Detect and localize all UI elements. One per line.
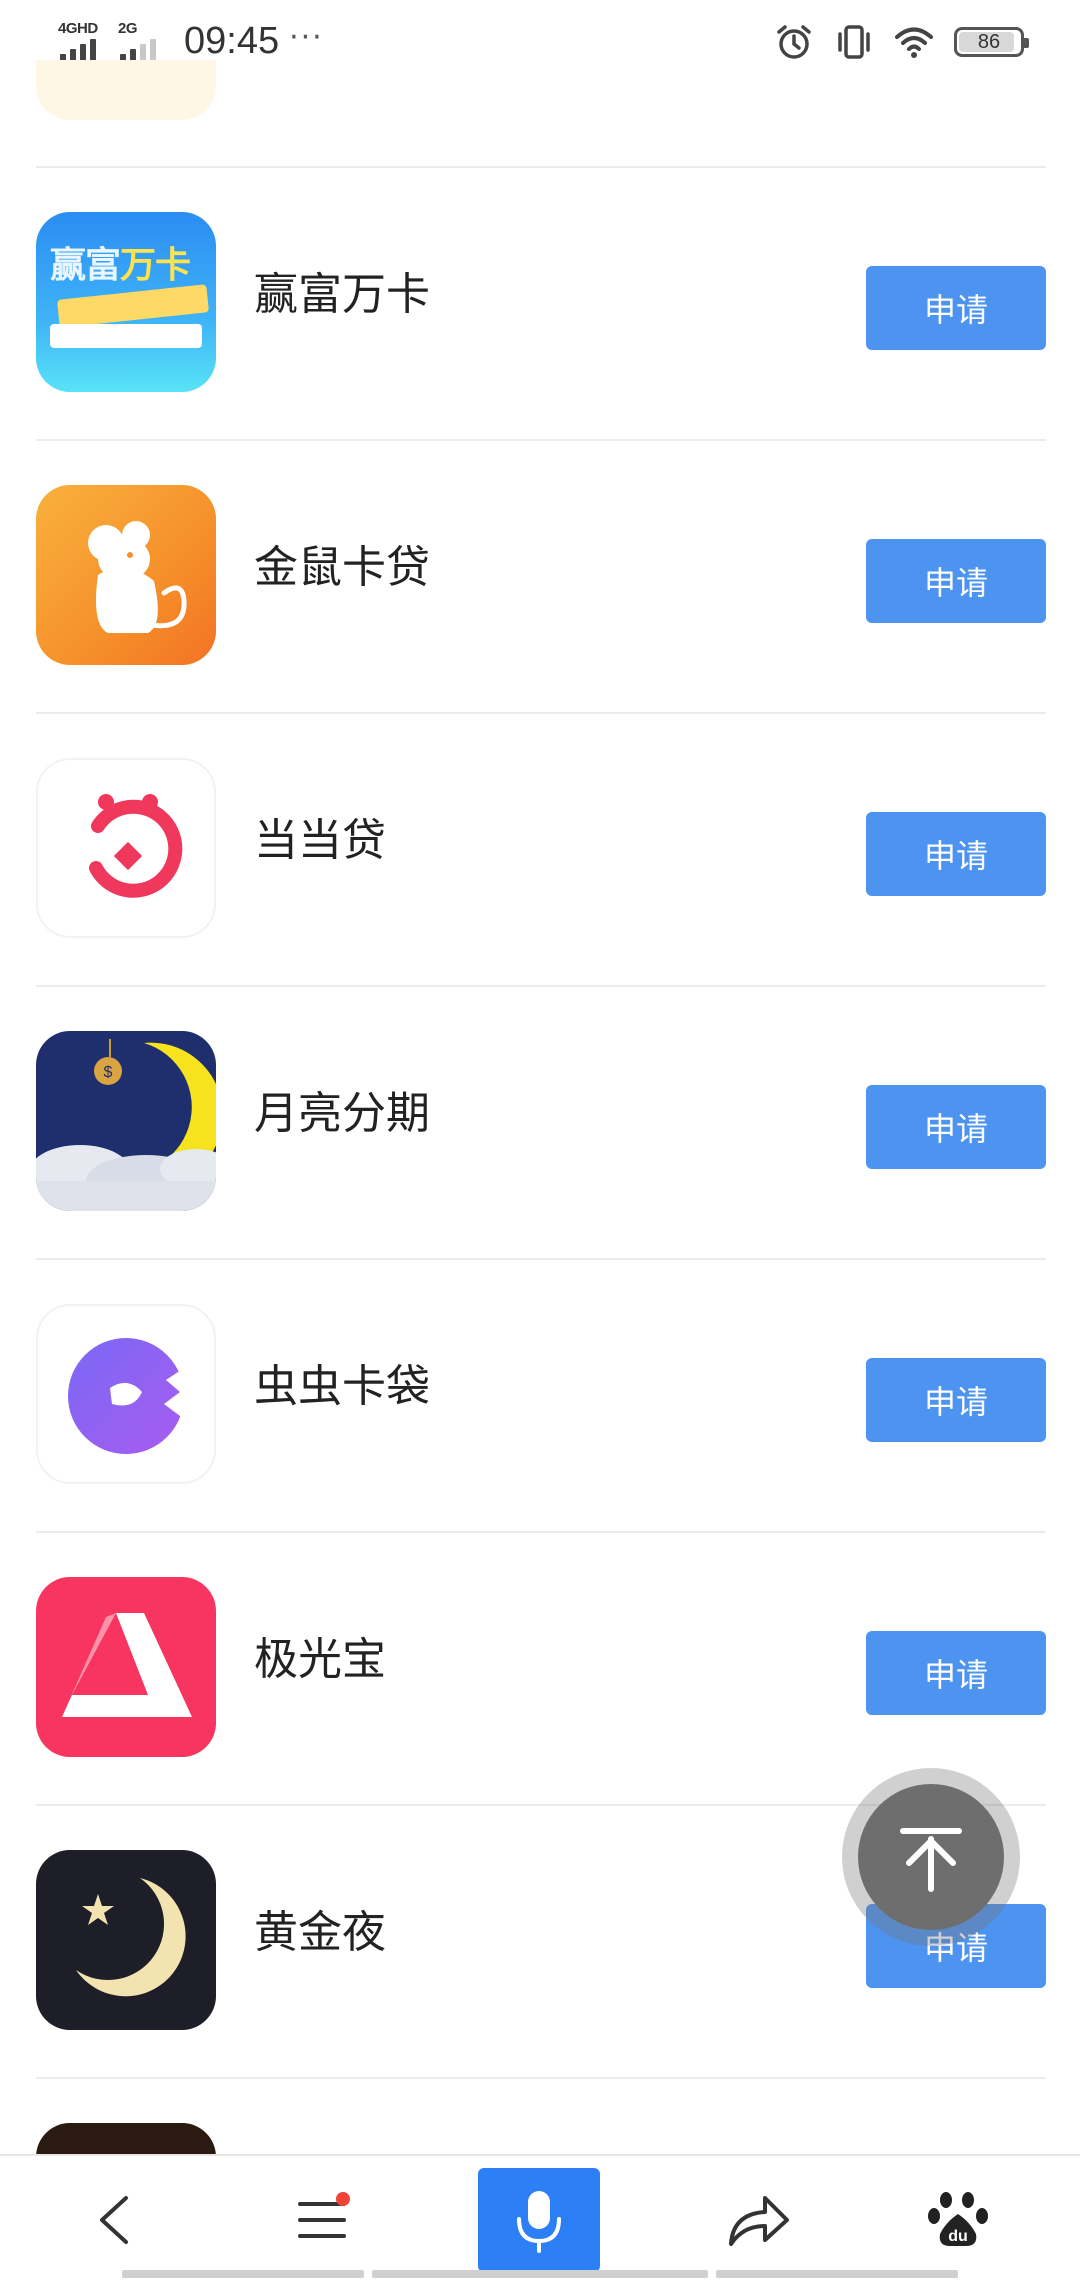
sim1-network-label: 4GHD: [58, 20, 98, 37]
share-button[interactable]: [698, 2170, 818, 2270]
apply-button[interactable]: 申请: [866, 812, 1046, 896]
microphone-icon: [517, 2191, 561, 2253]
icon-text: 赢富: [50, 245, 121, 286]
golden-mouse-icon: [36, 485, 216, 665]
app-name: 当当贷: [254, 815, 386, 866]
wifi-icon: [895, 27, 933, 58]
arrow-up-icon: [900, 1828, 962, 1892]
list-item[interactable]: 金鼠卡贷 申请: [0, 441, 1080, 714]
sim2-network-label: 2G: [118, 20, 138, 37]
list-item[interactable]: 当当贷 申请: [0, 714, 1080, 987]
moon-installment-icon: $: [36, 1031, 216, 1211]
icon-text: $: [104, 1064, 113, 1081]
menu-button[interactable]: [262, 2170, 382, 2270]
status-left: 4GHD 2G 09:45 ···: [58, 18, 324, 64]
nav-indicator: [372, 2270, 708, 2278]
list-item[interactable]: 虫虫卡袋 申请: [0, 1260, 1080, 1533]
status-time: 09:45: [184, 19, 280, 62]
baidu-logo-text: du: [948, 2228, 968, 2245]
scroll-to-top-button[interactable]: [842, 1768, 1020, 1946]
app-name: 黄金夜: [254, 1907, 386, 1958]
sim1-signal-icon: 4GHD: [58, 20, 108, 62]
golden-night-icon: [36, 1850, 216, 2030]
aurora-bao-icon: [36, 1577, 216, 1757]
app-name: 金鼠卡贷: [254, 542, 430, 593]
apply-button[interactable]: 申请: [866, 1631, 1046, 1715]
apply-button[interactable]: 申请: [866, 539, 1046, 623]
nav-indicator: [716, 2270, 958, 2278]
battery-icon: 86: [954, 27, 1029, 57]
app-name: 虫虫卡袋: [254, 1361, 430, 1412]
status-overflow: ···: [289, 19, 324, 55]
apply-button[interactable]: 申请: [866, 1358, 1046, 1442]
status-right: 86: [774, 20, 1029, 64]
battery-level: 86: [977, 30, 1001, 53]
share-icon: [729, 2196, 789, 2246]
apply-button[interactable]: 申请: [866, 1085, 1046, 1169]
list-item[interactable]: $ 月亮分期 申请: [0, 987, 1080, 1260]
yingfu-wanka-icon: 赢富万卡: [36, 212, 216, 392]
app-name: 月亮分期: [254, 1088, 430, 1139]
dangdang-dai-icon: [36, 758, 216, 938]
baidu-paw-icon: du: [928, 2192, 988, 2246]
icon-text: 万卡: [120, 245, 191, 286]
alarm-icon: [777, 25, 811, 59]
apply-button[interactable]: 申请: [866, 266, 1046, 350]
chongchong-icon: [36, 1304, 216, 1484]
voice-search-button[interactable]: [478, 2168, 600, 2272]
vibrate-icon: [838, 25, 870, 59]
baidu-home-button[interactable]: du: [898, 2170, 1018, 2270]
app-name: 极光宝: [254, 1634, 386, 1685]
list-item[interactable]: 赢富万卡 赢富万卡 申请: [0, 168, 1080, 441]
app-name: 赢富万卡: [254, 269, 430, 320]
sim2-signal-icon: 2G: [118, 20, 168, 62]
bottom-navigation: du: [0, 2154, 1080, 2280]
notification-badge: [336, 2192, 350, 2206]
previous-app-icon[interactable]: [36, 60, 216, 120]
back-icon: [100, 2196, 128, 2244]
loan-app-list: 赢富万卡 赢富万卡 申请 金鼠卡贷 申请 当当贷 申请 $ 月亮分期 申请 虫虫…: [0, 168, 1080, 2280]
back-button[interactable]: [58, 2170, 178, 2270]
list-item[interactable]: 极光宝 申请: [0, 1533, 1080, 1806]
nav-indicator: [122, 2270, 364, 2278]
